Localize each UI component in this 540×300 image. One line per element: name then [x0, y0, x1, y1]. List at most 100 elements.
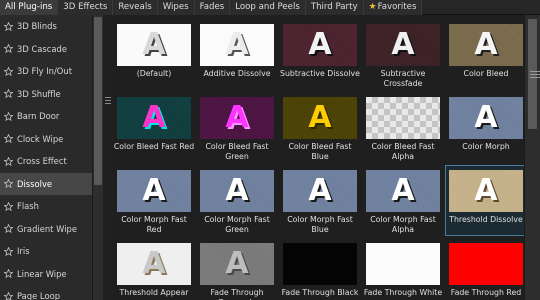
tab-label: All Plug-ins: [5, 2, 53, 12]
tab-reveals[interactable]: Reveals: [113, 0, 158, 15]
preset-label: Color Morph Fast Green: [204, 215, 270, 234]
tab-loop-and-peels[interactable]: Loop and Peels: [230, 0, 306, 15]
preset-tile[interactable]: A Additive Dissolve: [196, 19, 278, 90]
sidebar-item-label: 3D Cascade: [17, 43, 67, 54]
preset-label: Color Morph: [462, 142, 510, 151]
preset-label: Color Morph Fast Blue: [287, 215, 353, 234]
preset-tile[interactable]: A Color Bleed Fast Red: [113, 92, 195, 163]
star-icon: ★: [368, 2, 377, 12]
preset-tile[interactable]: Fade Through Red: [445, 238, 524, 300]
preset-tile[interactable]: Fade Through White: [362, 238, 444, 300]
preset-tile[interactable]: A Color Morph Fast Blue: [279, 165, 361, 236]
tab-label: Favorites: [377, 2, 417, 12]
tab-third-party[interactable]: Third Party: [305, 0, 364, 15]
tab-label: Third Party: [310, 2, 358, 12]
tab-3d-effects[interactable]: 3D Effects: [58, 0, 114, 15]
preset-tile[interactable]: A Threshold Dissolve: [445, 165, 524, 236]
preset-label: Color Morph Fast Red: [121, 215, 187, 234]
sidebar-item-cross-effect[interactable]: Cross Effect: [0, 150, 92, 173]
preset-thumbnail: A: [200, 97, 274, 139]
star-outline-icon[interactable]: [4, 111, 13, 121]
preset-tile[interactable]: A Color Morph Fast Alpha: [362, 165, 444, 236]
preset-label: Fade Through Grayscale: [210, 288, 264, 300]
preset-label: Subtractive Dissolve: [280, 69, 360, 78]
sidebar-item-3d-fly-in-out[interactable]: 3D Fly In/Out: [0, 60, 92, 83]
star-outline-icon[interactable]: [4, 134, 13, 144]
sidebar-item-3d-cascade[interactable]: 3D Cascade: [0, 38, 92, 61]
sidebar-item-label: Clock Wipe: [17, 133, 64, 144]
preset-grid: A (Default) A Additive Dissolve A Subtractive…: [113, 15, 524, 300]
preset-label: (Default): [136, 69, 172, 78]
preset-tile[interactable]: A Threshold Appear: [113, 238, 195, 300]
preset-tile[interactable]: A (Default): [113, 19, 195, 90]
tab-label: Fades: [199, 2, 225, 12]
preset-tile[interactable]: A Color Bleed: [445, 19, 524, 90]
sidebar-item-linear-wipe[interactable]: Linear Wipe: [0, 263, 92, 286]
star-outline-icon[interactable]: [4, 224, 13, 234]
star-outline-icon[interactable]: [4, 246, 13, 256]
plugin-list: 3D Blinds 3D Cascade 3D Fly In/Out 3D Shuff…: [0, 15, 92, 300]
sidebar-item-3d-blinds[interactable]: 3D Blinds: [0, 15, 92, 38]
preset-label: Color Morph Fast Alpha: [370, 215, 436, 234]
preset-label: Additive Dissolve: [203, 69, 271, 78]
plugin-list-scrollbar[interactable]: [92, 15, 103, 300]
preset-tile[interactable]: Color Bleed Fast Alpha: [362, 92, 444, 163]
preset-tile[interactable]: Fade Through Black: [279, 238, 361, 300]
preset-tile[interactable]: A Subtractive Crossfade: [362, 19, 444, 90]
star-outline-icon[interactable]: [4, 89, 13, 99]
sidebar-item-label: 3D Blinds: [17, 21, 57, 32]
star-outline-icon[interactable]: [4, 21, 13, 31]
tab-wipes[interactable]: Wipes: [157, 0, 195, 15]
preset-grid-scrollbar[interactable]: [524, 15, 540, 300]
sidebar-item-3d-shuffle[interactable]: 3D Shuffle: [0, 83, 92, 106]
sidebar-item-label: Dissolve: [17, 178, 53, 189]
sidebar-item-label: 3D Shuffle: [17, 88, 61, 99]
sidebar-item-gradient-wipe[interactable]: Gradient Wipe: [0, 218, 92, 241]
tab-label: Reveals: [118, 2, 152, 12]
sidebar-item-iris[interactable]: Iris: [0, 240, 92, 263]
preset-thumbnail: A: [200, 170, 274, 212]
preset-thumbnail: A: [449, 97, 523, 139]
panel-splitter[interactable]: [103, 15, 113, 300]
sidebar-item-dissolve[interactable]: Dissolve: [0, 172, 92, 195]
preset-tile[interactable]: A Color Morph Fast Green: [196, 165, 278, 236]
sidebar-item-page-loop[interactable]: Page Loop: [0, 285, 92, 300]
star-outline-icon[interactable]: [4, 66, 13, 76]
sidebar-item-label: Barn Door: [17, 111, 60, 122]
star-outline-icon[interactable]: [4, 269, 13, 279]
preset-tile[interactable]: A Color Bleed Fast Green: [196, 92, 278, 163]
preset-label: Subtractive Crossfade: [380, 69, 426, 88]
preset-thumbnail: A: [200, 243, 274, 285]
tab-label: 3D Effects: [63, 2, 108, 12]
star-outline-icon[interactable]: [4, 291, 13, 300]
preset-label: Fade Through Red: [450, 288, 522, 297]
splitter-grip-icon: [105, 97, 111, 107]
preset-tile[interactable]: A Color Morph Fast Red: [113, 165, 195, 236]
tab-all-plug-ins[interactable]: All Plug-ins: [0, 0, 59, 15]
scroll-grip-icon: [530, 71, 540, 80]
preset-thumbnail: A: [449, 170, 523, 212]
star-outline-icon[interactable]: [4, 201, 13, 211]
preset-tile[interactable]: A Fade Through Grayscale: [196, 238, 278, 300]
plugin-list-scroll-thumb[interactable]: [94, 17, 102, 185]
sidebar-item-barn-door[interactable]: Barn Door: [0, 105, 92, 128]
sidebar-item-label: 3D Fly In/Out: [17, 66, 72, 77]
tab-fades[interactable]: Fades: [194, 0, 231, 15]
sidebar-item-clock-wipe[interactable]: Clock Wipe: [0, 128, 92, 151]
star-outline-icon[interactable]: [4, 179, 13, 189]
sidebar-item-label: Cross Effect: [17, 156, 67, 167]
sidebar-item-label: Iris: [17, 246, 30, 257]
preset-thumbnail: A: [366, 24, 440, 66]
preset-thumbnail: A: [117, 243, 191, 285]
preset-label: Color Bleed Fast Red: [113, 142, 195, 151]
star-outline-icon[interactable]: [4, 44, 13, 54]
sidebar-item-flash[interactable]: Flash: [0, 195, 92, 218]
preset-thumbnail: [366, 243, 440, 285]
preset-tile[interactable]: A Color Morph: [445, 92, 524, 163]
preset-tile[interactable]: A Subtractive Dissolve: [279, 19, 361, 90]
preset-tile[interactable]: A Color Bleed Fast Blue: [279, 92, 361, 163]
tab-favorites[interactable]: ★Favorites: [363, 0, 423, 15]
preset-thumbnail: A: [283, 170, 357, 212]
star-outline-icon[interactable]: [4, 156, 13, 166]
preset-grid-scroll-thumb[interactable]: [528, 19, 540, 129]
